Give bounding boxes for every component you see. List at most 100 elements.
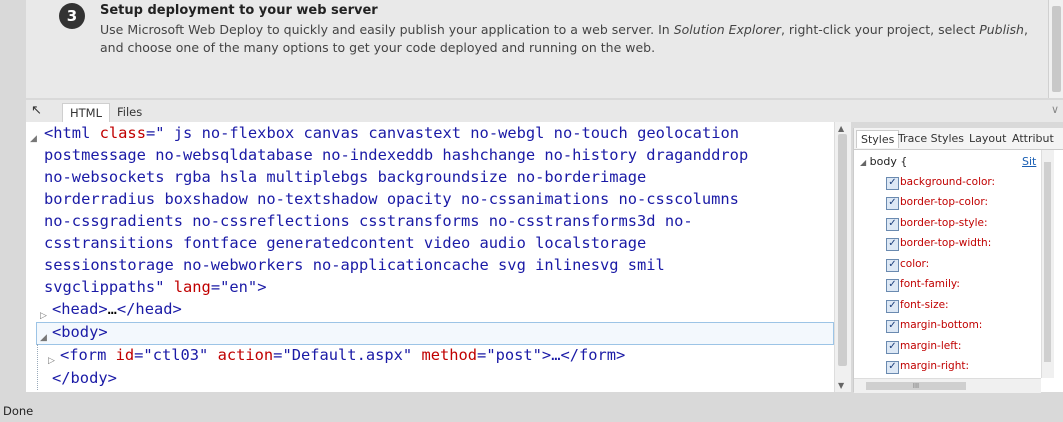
css-property[interactable]: border-top-color:	[900, 196, 988, 208]
styles-pane: Styles Trace Styles Layout Attribut ◢ bo…	[853, 128, 1063, 393]
styles-hscroll-thumb[interactable]: III	[866, 382, 966, 390]
tab-html[interactable]: HTML	[62, 103, 111, 123]
tab-layout[interactable]: Layout	[969, 132, 1006, 145]
attr-value: svgclippaths"	[44, 278, 165, 296]
css-property[interactable]: color:	[900, 258, 929, 270]
attr-value: ="post"	[477, 346, 542, 364]
css-property[interactable]: font-size:	[900, 299, 949, 311]
tag-text: <head>	[52, 300, 108, 318]
property-checkbox[interactable]: ✓	[886, 238, 899, 251]
attr-name: lang	[173, 278, 211, 296]
attr-value: "en"	[220, 278, 258, 296]
rule-selector-text: body {	[869, 155, 908, 168]
attr-value: no-websockets rgba hsla multiplebgs back…	[44, 168, 647, 186]
step-desc-text: Use Microsoft Web Deploy to quickly and …	[100, 22, 674, 37]
attr-value: js no-flexbox canvas canvastext no-webgl…	[164, 124, 740, 142]
attr-value: sessionstorage no-webworkers no-applicat…	[44, 256, 665, 274]
tab-attributes[interactable]: Attribut	[1012, 132, 1054, 145]
property-checkbox[interactable]: ✓	[886, 279, 899, 292]
status-bar: Done	[0, 400, 1063, 422]
collapse-arrow-icon[interactable]: ◢	[40, 327, 47, 349]
tag-text: <body>	[52, 323, 108, 341]
tag-text: >…</form>	[541, 346, 626, 364]
property-checkbox[interactable]: ✓	[886, 341, 899, 354]
css-property[interactable]: margin-bottom:	[900, 319, 982, 331]
styles-horizontal-scrollbar[interactable]: III	[854, 378, 1041, 393]
page-scrollbar[interactable]	[1048, 0, 1063, 98]
tree-node-html[interactable]: <html class=" js no-flexbox canvas canva…	[44, 122, 739, 144]
tree-text-line: no-websockets rgba hsla multiplebgs back…	[44, 166, 646, 188]
collapse-chevron-icon[interactable]: ∨	[1051, 103, 1059, 116]
property-checkbox[interactable]: ✓	[886, 320, 899, 333]
tree-node-body[interactable]: <body>	[52, 321, 108, 343]
tree-scrollbar-thumb[interactable]	[838, 134, 847, 366]
devtools-tabbar: ↖ HTML Files ∨	[26, 100, 1063, 123]
css-property[interactable]: font-family:	[900, 278, 960, 290]
tree-node-form[interactable]: <form id="ctl03" action="Default.aspx" m…	[60, 344, 625, 366]
attr-value: ="ctl03"	[134, 346, 209, 364]
step-desc-em-publish: Publish	[979, 22, 1024, 37]
tree-text-line: csstransitions fontface generatedcontent…	[44, 232, 646, 254]
tag-text: <form	[60, 346, 116, 364]
page-content-area: 3 Setup deployment to your web server Us…	[26, 0, 1048, 98]
tree-text-line: sessionstorage no-webworkers no-applicat…	[44, 254, 665, 276]
property-checkbox[interactable]: ✓	[886, 177, 899, 190]
attr-value: borderradius boxshadow no-textshadow opa…	[44, 190, 739, 208]
tree-node-body-close[interactable]: </body>	[52, 367, 117, 389]
selected-node-highlight	[36, 322, 834, 345]
property-checkbox[interactable]: ✓	[886, 197, 899, 210]
tab-trace-styles[interactable]: Trace Styles	[898, 132, 964, 145]
step-number-badge: 3	[59, 3, 85, 29]
attr-value: no-cssgradients no-cssreflections csstra…	[44, 212, 693, 230]
css-rule-selector[interactable]: ◢ body {	[860, 155, 907, 168]
attr-value: ="Default.aspx"	[273, 346, 413, 364]
attr-name: method	[412, 346, 478, 364]
tree-guide-line	[37, 344, 38, 390]
styles-tabbar: Styles Trace Styles Layout Attribut	[854, 128, 1063, 150]
css-property[interactable]: border-top-width:	[900, 237, 991, 249]
expand-arrow-icon[interactable]: ◢	[30, 128, 37, 150]
tree-text-line: borderradius boxshadow no-textshadow opa…	[44, 188, 739, 210]
select-element-icon[interactable]: ↖	[31, 103, 47, 119]
html-tree-pane: ◢ <html class=" js no-flexbox canvas can…	[26, 122, 834, 392]
page-scrollbar-thumb[interactable]	[1052, 6, 1061, 92]
status-text: Done	[3, 404, 34, 418]
attr-value: postmessage no-websqldatabase no-indexed…	[44, 146, 749, 164]
styles-scrollbar-thumb[interactable]	[1044, 162, 1051, 362]
attr-name: action	[208, 346, 274, 364]
tree-text-line: svgclippaths" lang="en">	[44, 276, 266, 298]
tag-text: <html	[44, 124, 91, 142]
tag-text: </body>	[52, 369, 117, 387]
collapse-arrow-icon[interactable]: ◢	[860, 158, 866, 167]
attr-value: csstransitions fontface generatedcontent…	[44, 234, 647, 252]
tree-vertical-scrollbar[interactable]: ▲ ▼	[834, 122, 851, 392]
tab-files[interactable]: Files	[110, 103, 149, 122]
tree-text-line: postmessage no-websqldatabase no-indexed…	[44, 144, 748, 166]
step-description: Use Microsoft Web Deploy to quickly and …	[100, 21, 1040, 57]
scroll-up-arrow-icon[interactable]: ▲	[838, 124, 844, 133]
property-checkbox[interactable]: ✓	[886, 259, 899, 272]
css-property[interactable]: background-color:	[900, 176, 995, 188]
tag-text: >	[257, 278, 267, 296]
attr-name: id	[115, 346, 135, 364]
tree-node-head[interactable]: <head>…</head>	[52, 298, 182, 320]
ellipsis: …	[107, 300, 117, 318]
attr-value: =	[210, 278, 221, 296]
css-property[interactable]: border-top-style:	[900, 217, 988, 229]
styles-vertical-scrollbar[interactable]	[1041, 150, 1054, 378]
attr-value: ="	[145, 124, 165, 142]
property-checkbox[interactable]: ✓	[886, 218, 899, 231]
step-desc-em-solution-explorer: Solution Explorer	[673, 22, 781, 37]
tree-text-line: no-cssgradients no-cssreflections csstra…	[44, 210, 693, 232]
css-property[interactable]: margin-right:	[900, 360, 969, 372]
step-desc-text: , right-click your project, select	[780, 22, 980, 37]
css-property[interactable]: margin-left:	[900, 340, 961, 352]
rule-source-link[interactable]: Sit	[1022, 155, 1036, 168]
scroll-down-arrow-icon[interactable]: ▼	[838, 381, 844, 390]
attr-name: class	[99, 124, 146, 142]
property-checkbox[interactable]: ✓	[886, 300, 899, 313]
property-checkbox[interactable]: ✓	[886, 361, 899, 374]
step-title: Setup deployment to your web server	[100, 3, 378, 18]
tag-text: </head>	[116, 300, 182, 318]
tab-styles[interactable]: Styles	[856, 130, 900, 148]
